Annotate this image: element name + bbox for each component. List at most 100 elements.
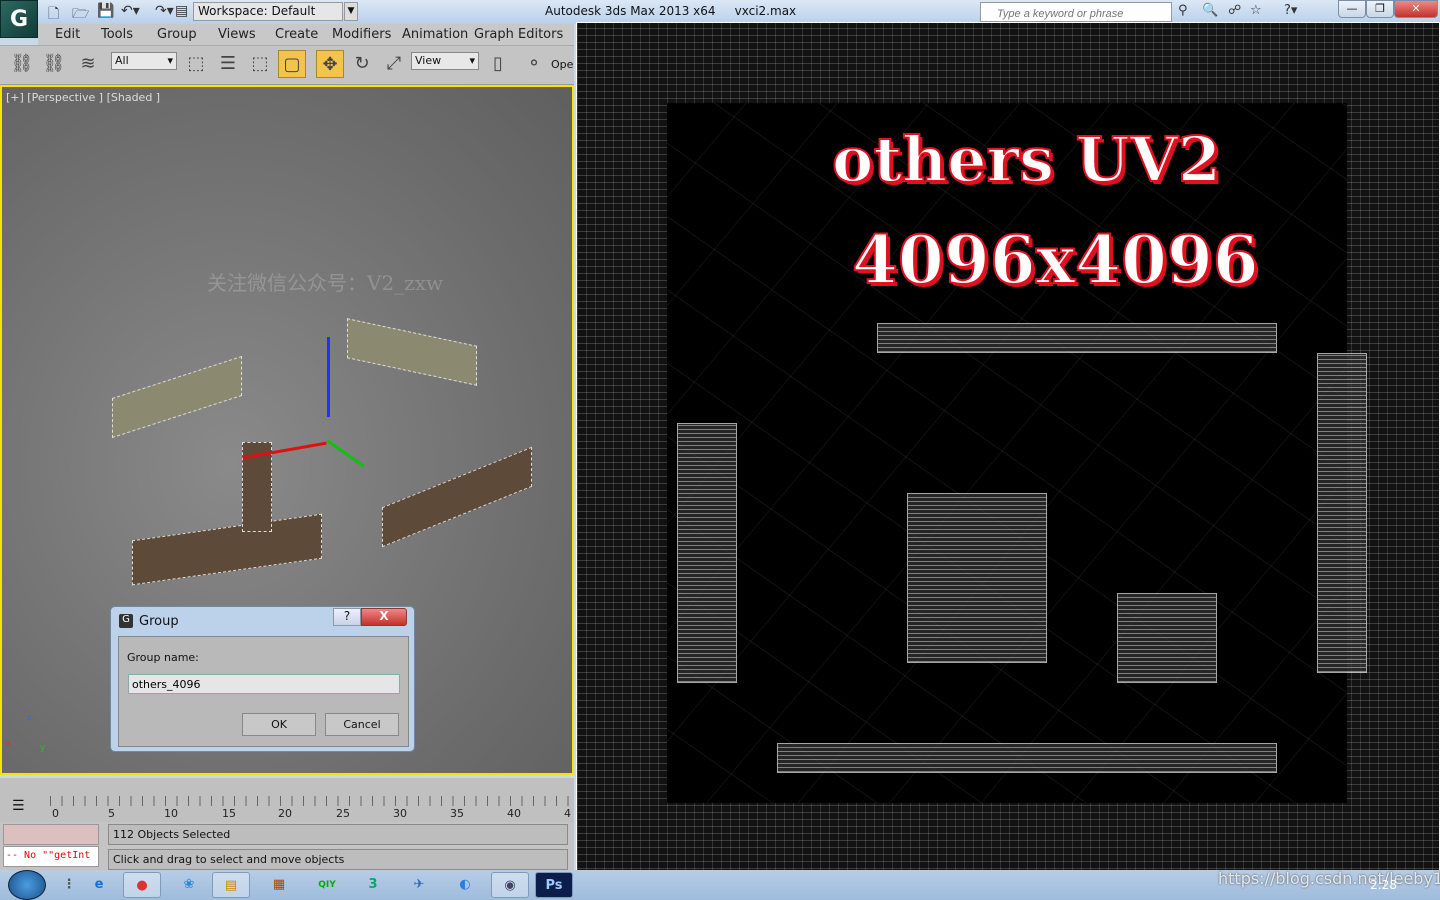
- reference-coordinate-dropdown[interactable]: View ▾: [411, 52, 479, 70]
- close-button[interactable]: ✕: [1394, 0, 1438, 18]
- blog-watermark: https://blog.csdn.net/leeby100: [1218, 869, 1440, 888]
- menu-graph-editors[interactable]: Graph Editors: [474, 27, 563, 42]
- help-button[interactable]: ?: [333, 608, 361, 626]
- axis-y-label: y: [40, 743, 46, 753]
- tick-label: 30: [393, 807, 407, 820]
- taskbar-photoshop[interactable]: Ps: [535, 872, 573, 898]
- taskbar-app[interactable]: ✈: [400, 872, 438, 898]
- favorites-star-icon[interactable]: ☆: [1250, 3, 1262, 18]
- uv-island: [677, 423, 737, 683]
- system-clock[interactable]: 2:28: [1370, 878, 1397, 892]
- project-folder-icon[interactable]: ▤: [175, 3, 188, 19]
- app-logo-button[interactable]: G: [0, 0, 38, 38]
- menu-create[interactable]: Create: [275, 27, 318, 42]
- chevron-down-icon[interactable]: ▼: [344, 2, 358, 21]
- menu-animation[interactable]: Animation: [402, 27, 468, 42]
- menu-group[interactable]: Group: [157, 27, 197, 42]
- taskbar-ie[interactable]: e: [80, 872, 118, 898]
- selection-filter-value: All: [115, 54, 129, 67]
- uv-island: [1117, 593, 1217, 683]
- menu-tools[interactable]: Tools: [101, 27, 133, 42]
- search-icon[interactable]: 🔍: [1202, 3, 1218, 18]
- menu-edit[interactable]: Edit: [55, 27, 80, 42]
- group-name-label: Group name:: [127, 651, 199, 664]
- gizmo-z-axis: [327, 337, 330, 417]
- search-input[interactable]: [980, 2, 1172, 22]
- bind-space-warp-icon[interactable]: ≋: [74, 50, 102, 78]
- link-icon[interactable]: ⛓: [8, 50, 36, 78]
- select-and-rotate-icon[interactable]: ↻: [348, 50, 376, 78]
- viewport-watermark: 关注微信公众号：V2_zxw: [207, 271, 444, 295]
- group-name-input[interactable]: [128, 674, 400, 694]
- save-icon[interactable]: 💾: [97, 3, 114, 19]
- select-by-name-icon[interactable]: ☰: [214, 50, 242, 78]
- workspace-dropdown[interactable]: Workspace: Default: [193, 2, 343, 21]
- track-bar[interactable]: [50, 796, 570, 820]
- scene-platform: [112, 355, 242, 439]
- help-icon[interactable]: ?▾: [1284, 3, 1297, 18]
- dialog-body: Group name: OK Cancel: [118, 636, 409, 747]
- taskbar-explorer[interactable]: ▤: [212, 872, 250, 898]
- taskbar-app[interactable]: ◉: [491, 872, 529, 898]
- viewport-label[interactable]: [+] [Perspective ] [Shaded ]: [6, 91, 160, 104]
- open-label[interactable]: Ope: [551, 58, 573, 71]
- subscription-icon[interactable]: ☍: [1228, 3, 1241, 18]
- uv-island: [877, 323, 1277, 353]
- chevron-down-icon: ▾: [469, 54, 475, 67]
- window-title: Autodesk 3ds Max 2013 x64 vxci2.max: [545, 4, 796, 18]
- tick-label: 5: [108, 807, 115, 820]
- uv-texture-view: others UV2 4096x4096: [576, 22, 1440, 882]
- selection-filter-dropdown[interactable]: All ▾: [111, 52, 177, 70]
- taskbar-archive[interactable]: ▦: [260, 872, 298, 898]
- group-dialog: G Group ? X Group name: OK Cancel: [110, 606, 415, 752]
- taskbar-app[interactable]: ❀: [170, 872, 208, 898]
- maxscript-listener-input[interactable]: [3, 824, 99, 845]
- rectangle-selection-icon[interactable]: ⬚: [246, 50, 274, 78]
- redo-icon[interactable]: ↷▾: [155, 3, 174, 19]
- ref-coord-value: View: [415, 54, 442, 67]
- taskbar-app[interactable]: ◐: [446, 872, 484, 898]
- cancel-button[interactable]: Cancel: [325, 713, 399, 736]
- schematic-icon[interactable]: ⚬: [520, 50, 548, 78]
- unlink-icon[interactable]: ⛓: [40, 50, 68, 78]
- tick-label: 15: [222, 807, 236, 820]
- minimize-button[interactable]: —: [1338, 0, 1366, 18]
- axis-x-label: x: [6, 739, 12, 749]
- uv-wireframe-area: [667, 103, 1347, 803]
- taskbar-iqiyi[interactable]: QIY: [308, 872, 346, 898]
- tick-label: 35: [450, 807, 464, 820]
- uv-island: [907, 493, 1047, 663]
- select-and-scale-icon[interactable]: ⤢: [380, 50, 408, 78]
- uv-title: others UV2: [831, 122, 1222, 197]
- menu-views[interactable]: Views: [218, 27, 256, 42]
- taskbar-chrome[interactable]: ●: [123, 872, 161, 898]
- app-icon: G: [119, 614, 133, 628]
- start-button[interactable]: [8, 870, 46, 900]
- ok-button[interactable]: OK: [242, 713, 316, 736]
- file-name: vxci2.max: [734, 4, 797, 18]
- undo-icon[interactable]: ↶▾: [121, 3, 140, 19]
- uv-resolution: 4096x4096: [851, 220, 1260, 300]
- scene-fence: [382, 446, 532, 548]
- tick-label: 20: [278, 807, 292, 820]
- window-crossing-icon[interactable]: ▢: [278, 50, 306, 78]
- binoculars-icon[interactable]: ⚲: [1178, 3, 1188, 18]
- maximize-button[interactable]: ❐: [1366, 0, 1394, 18]
- selection-status: 112 Objects Selected: [108, 824, 568, 845]
- menu-modifiers[interactable]: Modifiers: [332, 27, 391, 42]
- dialog-title: Group: [139, 614, 179, 629]
- dialog-close-button[interactable]: X: [361, 608, 407, 626]
- scene-platform: [347, 318, 477, 386]
- uv-island: [777, 743, 1277, 773]
- select-and-move-icon[interactable]: ✥: [316, 50, 344, 78]
- uv-island: [1317, 353, 1367, 673]
- select-object-icon[interactable]: ⬚: [182, 50, 210, 78]
- taskbar-3dsmax[interactable]: 3: [354, 872, 392, 898]
- maxscript-output[interactable]: -- No ""getInt: [3, 846, 99, 867]
- tick-label: 25: [336, 807, 350, 820]
- axis-z-label: z: [27, 713, 32, 723]
- curve-editor-icon[interactable]: ☰: [12, 798, 25, 814]
- prompt-line: Click and drag to select and move object…: [108, 849, 568, 870]
- tick-label: 40: [507, 807, 521, 820]
- pivot-center-icon[interactable]: ▯: [484, 50, 512, 78]
